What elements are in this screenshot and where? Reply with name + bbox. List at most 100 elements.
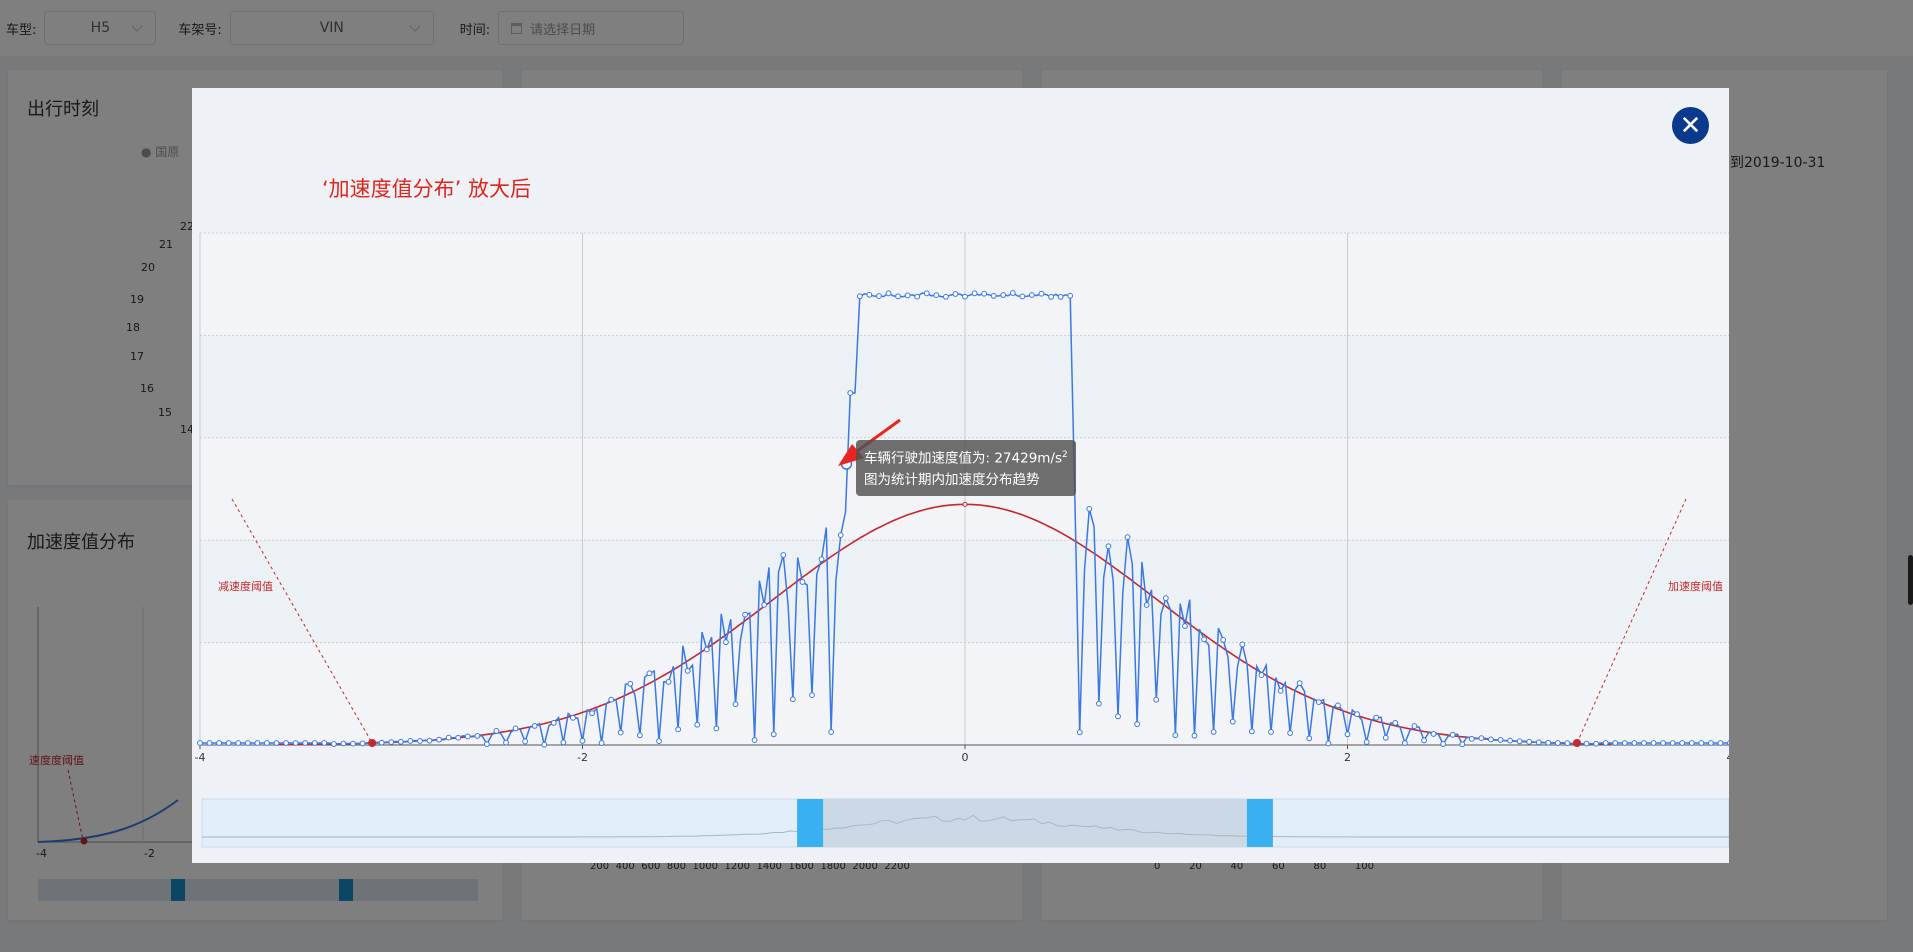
data-point	[856, 293, 863, 300]
data-point	[1172, 732, 1179, 739]
data-point	[1440, 741, 1447, 747]
data-point	[1401, 740, 1408, 746]
data-point	[770, 731, 777, 738]
data-point	[1029, 292, 1035, 298]
data-point	[1707, 740, 1714, 746]
data-point	[1258, 672, 1265, 678]
data-point	[1564, 740, 1571, 747]
data-point	[1201, 636, 1207, 643]
x-tick-label: 0	[962, 751, 969, 764]
data-point	[570, 714, 576, 721]
data-point	[407, 738, 414, 744]
x-tick-label: 2	[1344, 751, 1351, 764]
data-point	[1095, 700, 1102, 707]
data-point	[1449, 731, 1456, 738]
data-point	[483, 741, 490, 748]
data-point	[493, 728, 500, 734]
data-point	[225, 740, 232, 746]
data-point	[847, 390, 854, 396]
data-point	[1535, 739, 1542, 746]
zoom-handle-right[interactable]	[1246, 799, 1273, 847]
threshold-point	[368, 739, 377, 747]
data-point	[1363, 739, 1370, 745]
data-point	[646, 670, 653, 677]
data-point	[1430, 731, 1437, 737]
data-point	[742, 611, 748, 618]
data-point	[1679, 740, 1686, 746]
data-point	[1115, 713, 1121, 720]
data-point	[1411, 723, 1418, 729]
data-point	[589, 710, 595, 717]
data-point	[1143, 602, 1150, 608]
data-point	[1009, 290, 1016, 296]
data-point	[971, 290, 978, 297]
data-point	[254, 740, 261, 746]
data-point	[235, 740, 242, 746]
data-point	[809, 692, 815, 699]
data-point	[1210, 728, 1217, 735]
data-point	[1344, 731, 1351, 738]
data-point	[895, 293, 901, 300]
data-point	[1421, 737, 1427, 744]
data-point	[684, 667, 691, 674]
page: 车型: H5 车架号: VIN 时间: 请选择日期 出行时刻 ● 国原 22 2…	[0, 0, 1913, 952]
data-point	[675, 726, 682, 733]
data-point	[244, 740, 251, 746]
data-point	[1554, 740, 1561, 746]
zoom-handle-left[interactable]	[797, 799, 824, 847]
data-point	[885, 290, 892, 297]
data-point	[1650, 740, 1657, 746]
data-point	[1134, 721, 1141, 728]
data-point	[1000, 292, 1007, 298]
data-point	[780, 552, 787, 558]
data-point	[302, 740, 309, 746]
data-point	[866, 291, 873, 298]
data-point	[1688, 740, 1695, 746]
x-tick-label: -4	[195, 751, 206, 764]
data-point	[751, 737, 758, 743]
data-point	[417, 738, 423, 744]
data-point	[359, 740, 366, 747]
data-point	[397, 738, 404, 745]
data-point	[828, 729, 835, 735]
data-point	[273, 740, 280, 746]
data-point	[503, 739, 509, 746]
data-point	[1717, 740, 1724, 746]
data-point	[1076, 729, 1083, 736]
data-point	[388, 739, 395, 745]
data-point	[197, 740, 203, 746]
data-point	[216, 740, 223, 746]
data-point	[1373, 714, 1380, 721]
data-point	[1306, 735, 1313, 742]
data-point	[876, 293, 882, 299]
data-point	[1612, 740, 1619, 746]
data-point	[1526, 738, 1533, 745]
data-point	[818, 556, 825, 563]
data-point	[1105, 543, 1112, 550]
close-button[interactable]: ✕	[1672, 107, 1709, 144]
data-point	[1507, 737, 1513, 744]
data-point	[436, 736, 442, 743]
data-point	[1296, 680, 1303, 686]
data-point	[1392, 719, 1399, 726]
data-point	[990, 293, 997, 299]
data-point	[665, 678, 672, 685]
data-point	[1277, 687, 1284, 694]
data-point	[1067, 292, 1074, 299]
data-point	[627, 680, 634, 687]
data-point	[598, 740, 605, 746]
data-point	[292, 740, 299, 746]
data-point	[761, 601, 768, 608]
data-point	[904, 292, 911, 299]
tooltip-line-1: 车辆行驶加速度值为: 27429m/s2	[864, 445, 1068, 470]
data-point	[981, 290, 988, 297]
data-point	[1468, 735, 1475, 742]
data-point	[1602, 740, 1609, 746]
data-point	[1248, 728, 1255, 735]
data-point	[1019, 293, 1026, 300]
data-point	[512, 725, 519, 732]
data-point	[464, 733, 471, 740]
data-point	[1182, 623, 1188, 629]
data-point	[1459, 741, 1466, 748]
data-point	[713, 725, 720, 732]
